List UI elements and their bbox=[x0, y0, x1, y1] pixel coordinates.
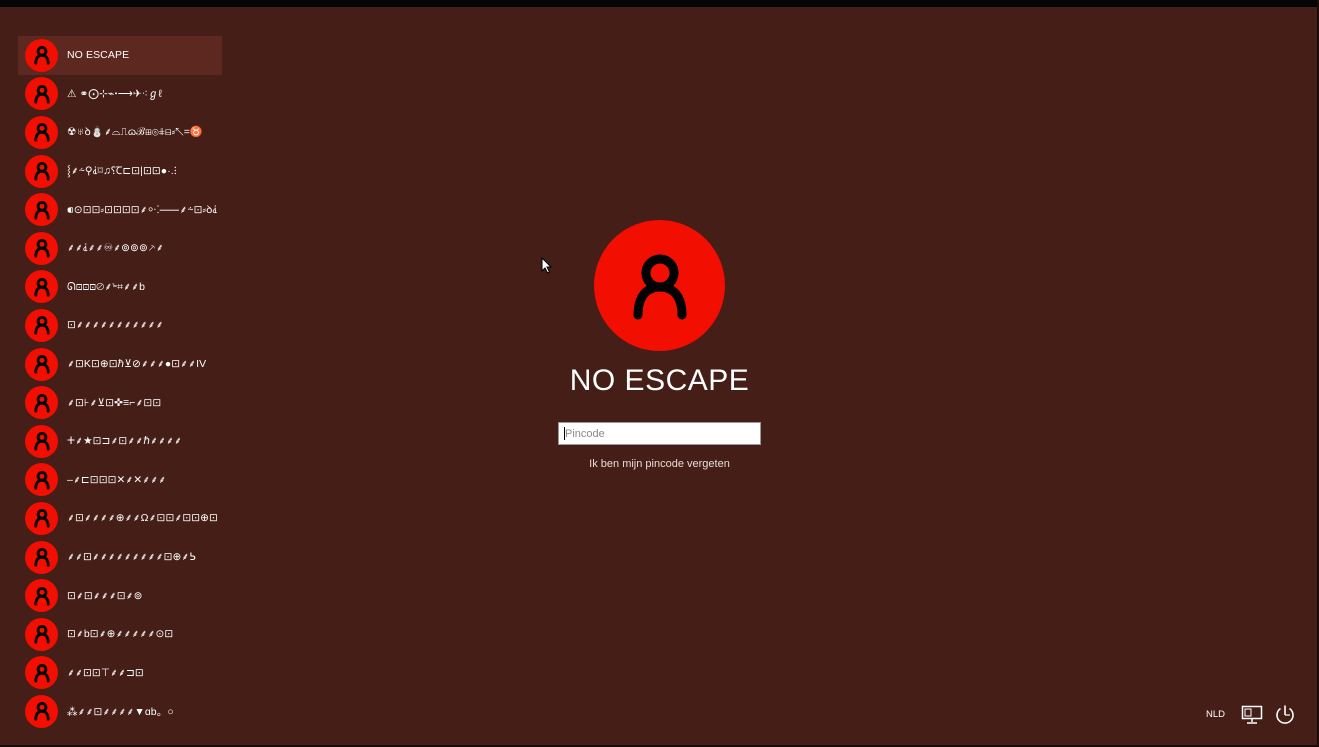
user-avatar bbox=[25, 424, 58, 458]
user-name: –⸙⊏⊡⊡⊡✕⸙✕⸙⸙⸙ bbox=[67, 473, 167, 486]
user-avatar bbox=[25, 308, 58, 342]
user-avatar-large bbox=[594, 220, 725, 351]
user-silhouette-icon bbox=[33, 239, 50, 258]
user-silhouette-icon bbox=[33, 548, 50, 567]
user-avatar bbox=[25, 579, 58, 613]
user-silhouette-icon bbox=[33, 432, 50, 451]
top-bar bbox=[0, 0, 1319, 7]
language-indicator[interactable]: NLD bbox=[1206, 709, 1225, 720]
text-caret bbox=[564, 427, 565, 440]
user-avatar bbox=[25, 463, 58, 497]
user-name: ⁂⸙⸙⊡⸙⸙⸙⸙▼ɑb。○ bbox=[67, 705, 174, 718]
user-list-item[interactable]: NO ESCAPE bbox=[18, 36, 222, 75]
user-silhouette-icon bbox=[33, 316, 50, 336]
user-avatar bbox=[25, 694, 58, 728]
user-name: ⸙⊡K⊡⊕⊡ℏ⊻⊘⸙⸙⸙●⊡⸙⸙IV bbox=[67, 358, 207, 371]
user-silhouette-icon bbox=[633, 254, 686, 319]
user-name: ⸾⸙⸞⚲⸘⌑♫⸮Ꞇ⊏⊡|⊡⊡●·.⁝ bbox=[67, 165, 177, 178]
user-silhouette-icon bbox=[33, 625, 50, 644]
user-silhouette-icon bbox=[33, 586, 50, 606]
user-silhouette-icon bbox=[33, 663, 50, 683]
user-silhouette-icon bbox=[33, 46, 50, 65]
user-silhouette-icon bbox=[33, 84, 50, 104]
user-silhouette-icon bbox=[33, 702, 50, 721]
user-list-item[interactable]: ⸙⸙⸘⸙⸙♾⸙⊚⊚⊚⸕⸙ bbox=[18, 229, 222, 268]
user-avatar bbox=[25, 386, 58, 420]
user-avatar bbox=[25, 154, 58, 188]
network-monitor-icon[interactable] bbox=[1241, 705, 1263, 725]
user-list-item[interactable]: ⸙⸙⊡⊡⊤⸙⸙⊐⊡ bbox=[18, 654, 222, 693]
user-name: ⸙⸙⊡⸙⸙⸙⸙⸙⸙⸙⸙⸙⊡⊕⸙ᕊ bbox=[67, 551, 196, 564]
user-avatar bbox=[25, 115, 58, 149]
user-list-item[interactable]: ⵜ⸙★⊡⊐⸙⊡⸙⸙ℏ⸙⸙⸙⸙ bbox=[18, 422, 222, 461]
lock-screen: NO ESCAPE ⚠͏͏ ⚭⨀⊹⌁ꞏ⟶✈︎⁖ℊℓ ☢♅ꝺ⛄⸙⌓⎍ɷℬ⊞⊚⋕⊟⸗↖=… bbox=[0, 0, 1319, 747]
user-avatar bbox=[25, 193, 58, 227]
user-avatar bbox=[25, 77, 58, 111]
user-list-item[interactable]: ᘏ⊡⊡⊡⊘⸙ꚜ⌗⸙⸙b bbox=[18, 268, 222, 307]
user-name: ⸙⊡⊦⸙⊻⊡✜≡⌐⸙⊡⊡ bbox=[67, 396, 162, 409]
user-name: ⸙⸙⊡⊡⊤⸙⸙⊐⊡ bbox=[67, 666, 144, 679]
user-avatar bbox=[25, 347, 58, 381]
user-account-list: NO ESCAPE ⚠͏͏ ⚭⨀⊹⌁ꞏ⟶✈︎⁖ℊℓ ☢♅ꝺ⛄⸙⌓⎍ɷℬ⊞⊚⋕⊟⸗↖=… bbox=[18, 36, 222, 731]
user-list-item[interactable]: ⁂⸙⸙⊡⸙⸙⸙⸙▼ɑb。○ bbox=[18, 692, 222, 731]
user-silhouette-icon bbox=[33, 123, 50, 143]
user-name: ☢♅ꝺ⛄⸙⌓⎍ɷℬ⊞⊚⋕⊟⸗↖=♉ bbox=[67, 126, 204, 139]
user-name: ⊡⸙⸙⸙⸙⸙⸙⸙⸙⸙⸙⸙ bbox=[67, 319, 164, 332]
user-name: ⸙⸙⸘⸙⸙♾⸙⊚⊚⊚⸕⸙ bbox=[67, 242, 164, 255]
user-silhouette-icon bbox=[33, 200, 50, 220]
user-list-item[interactable]: ☢♅ꝺ⛄⸙⌓⎍ɷℬ⊞⊚⋕⊟⸗↖=♉ bbox=[18, 113, 222, 152]
user-name: ⵜ⸙★⊡⊐⸙⊡⸙⸙ℏ⸙⸙⸙⸙ bbox=[67, 435, 182, 448]
user-list-item[interactable]: ⊡⸙b⊡⸙⊕⸙⸙⸙⸙⸙⊙⊡ bbox=[18, 615, 222, 654]
user-avatar bbox=[25, 501, 58, 535]
user-list-item[interactable]: –⸙⊏⊡⊡⊡✕⸙✕⸙⸙⸙ bbox=[18, 461, 222, 500]
user-list-item[interactable]: ⸙⸙⊡⸙⸙⸙⸙⸙⸙⸙⸙⸙⊡⊕⸙ᕊ bbox=[18, 538, 222, 577]
user-name: ⁌⊙⊡⊡⸗⊡⊡⊡⊡⸙⸰⁖⸺⸙⸞⊡⸗ꝺ⸘⁂ bbox=[67, 203, 217, 216]
user-name: ⊡⸙b⊡⸙⊕⸙⸙⸙⸙⸙⊙⊡ bbox=[67, 628, 174, 641]
user-avatar bbox=[25, 617, 58, 651]
user-name: ⚠͏͏ ⚭⨀⊹⌁ꞏ⟶✈︎⁖ℊℓ bbox=[67, 88, 163, 101]
user-avatar bbox=[25, 38, 58, 72]
user-avatar bbox=[25, 540, 58, 574]
forgot-pin-link[interactable]: Ik ben mijn pincode vergeten bbox=[558, 458, 761, 470]
pin-input[interactable] bbox=[558, 422, 761, 445]
user-list-item[interactable]: ⁌⊙⊡⊡⸗⊡⊡⊡⊡⸙⸰⁖⸺⸙⸞⊡⸗ꝺ⸘⁂ bbox=[18, 190, 222, 229]
user-silhouette-icon bbox=[33, 393, 50, 413]
user-avatar bbox=[25, 656, 58, 690]
user-list-item[interactable]: ⸾⸙⸞⚲⸘⌑♫⸮Ꞇ⊏⊡|⊡⊡●·.⁝ bbox=[18, 152, 222, 191]
user-list-item[interactable]: ⸙⊡⊦⸙⊻⊡✜≡⌐⸙⊡⊡ bbox=[18, 383, 222, 422]
user-name: ⊡⸙⊡⸙⸙⸙⊡⸙⊚ bbox=[67, 589, 143, 602]
user-silhouette-icon bbox=[33, 509, 50, 528]
user-list-item[interactable]: ⚠͏͏ ⚭⨀⊹⌁ꞏ⟶✈︎⁖ℊℓ bbox=[18, 75, 222, 114]
user-list-item[interactable]: ⸙⊡⸙⸙⸙⸙⊕⸙⸙Ω⸙⊡⊡⸙⊡⊡⊕⊡ bbox=[18, 499, 222, 538]
user-list-item[interactable]: ⊡⸙⸙⸙⸙⸙⸙⸙⸙⸙⸙⸙ bbox=[18, 306, 222, 345]
selected-username: NO ESCAPE bbox=[569, 364, 750, 397]
user-silhouette-icon bbox=[33, 162, 50, 181]
power-icon[interactable] bbox=[1273, 703, 1297, 727]
user-avatar bbox=[25, 231, 58, 265]
user-list-item[interactable]: ⸙⊡K⊡⊕⊡ℏ⊻⊘⸙⸙⸙●⊡⸙⸙IV bbox=[18, 345, 222, 384]
user-name: NO ESCAPE bbox=[67, 49, 130, 62]
user-silhouette-icon bbox=[33, 470, 50, 490]
user-list-item[interactable]: ⊡⸙⊡⸙⸙⸙⊡⸙⊚ bbox=[18, 576, 222, 615]
user-name: ᘏ⊡⊡⊡⊘⸙ꚜ⌗⸙⸙b bbox=[67, 280, 146, 293]
user-avatar bbox=[25, 270, 58, 304]
user-silhouette-icon bbox=[33, 355, 50, 374]
user-silhouette-icon bbox=[33, 277, 50, 297]
mouse-pointer-icon bbox=[541, 257, 553, 274]
user-name: ⸙⊡⸙⸙⸙⸙⊕⸙⸙Ω⸙⊡⊡⸙⊡⊡⊕⊡ bbox=[67, 512, 217, 525]
